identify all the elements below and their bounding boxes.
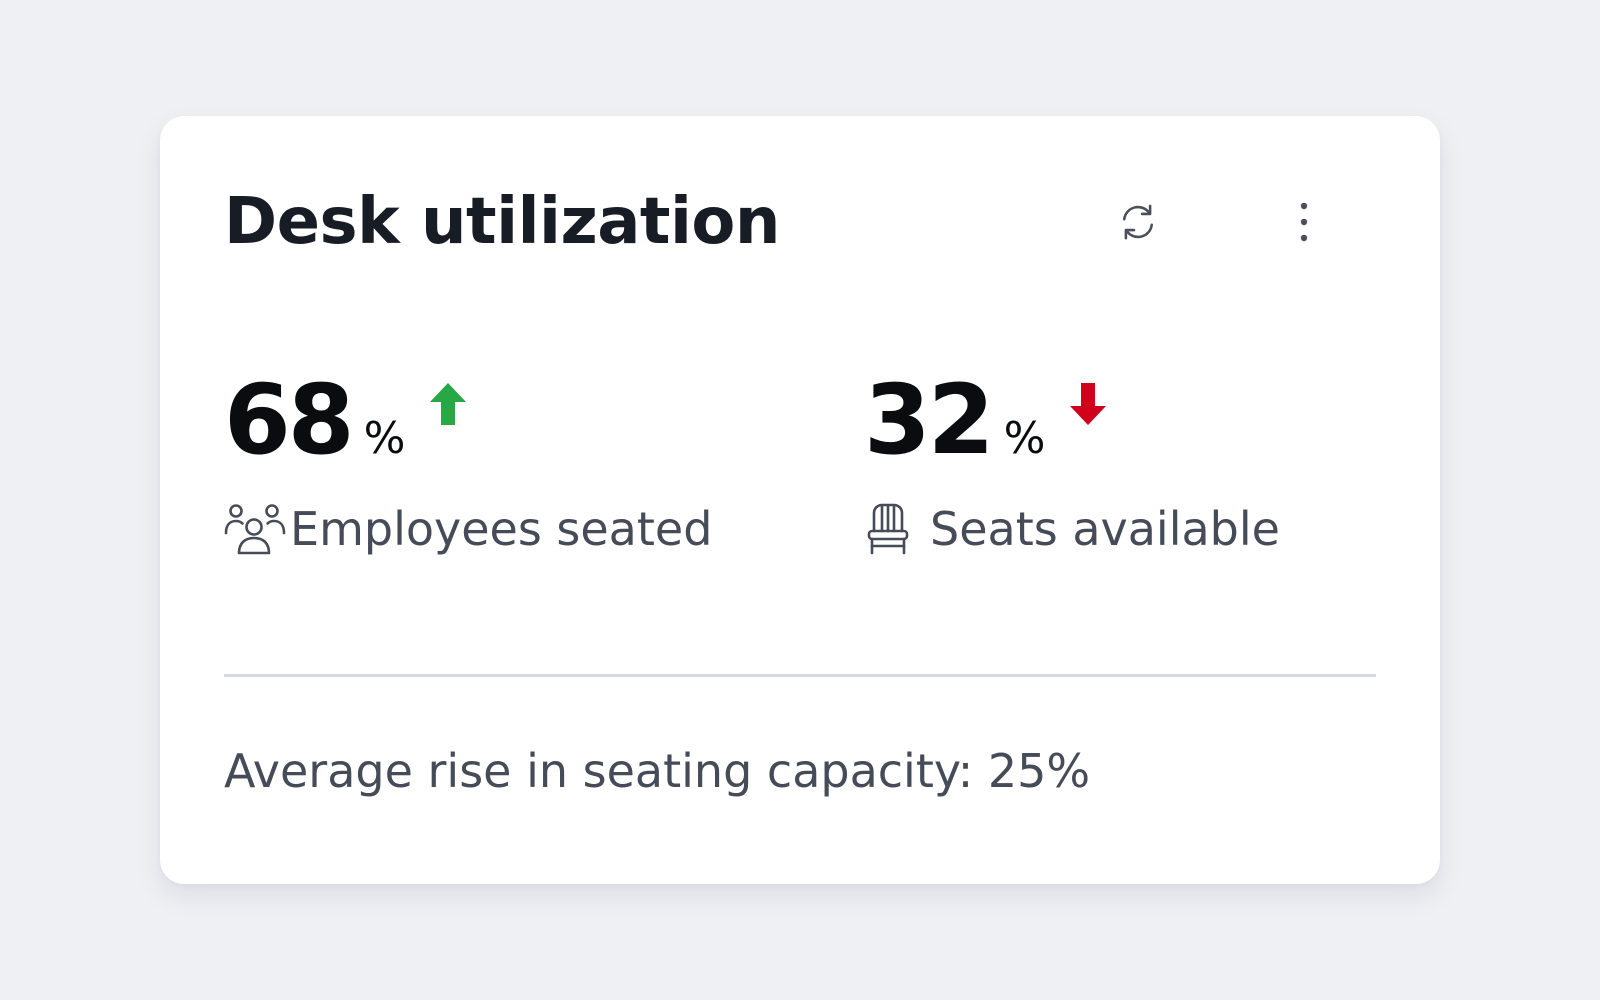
metric-unit: %: [1003, 413, 1046, 464]
desk-utilization-card: Desk utilization 68 % Employees seated 3…: [160, 116, 1440, 884]
more-options-button[interactable]: [1276, 194, 1332, 250]
people-group-icon: [224, 502, 288, 556]
metric-value: 32: [864, 364, 995, 476]
metric-label: Employees seated: [290, 502, 713, 556]
more-vertical-icon: [1300, 202, 1308, 242]
metric-seats-available: 32 % Seats available: [864, 372, 1280, 556]
refresh-button[interactable]: [1110, 194, 1166, 250]
refresh-icon: [1122, 204, 1154, 240]
metric-value: 68: [224, 364, 355, 476]
metric-unit: %: [363, 413, 406, 464]
footer-summary: Average rise in seating capacity: 25%: [224, 744, 1091, 798]
metric-value-row: 68 %: [224, 372, 712, 472]
metric-employees-seated: 68 % Employees seated: [224, 372, 712, 556]
metric-label-row: Seats available: [864, 502, 1280, 556]
metric-value-row: 32 %: [864, 372, 1280, 472]
divider: [224, 674, 1376, 677]
chair-icon: [864, 502, 928, 556]
metric-label: Seats available: [930, 502, 1280, 556]
card-title: Desk utilization: [224, 185, 780, 259]
metric-label-row: Employees seated: [224, 502, 712, 556]
arrow-down-icon: [1069, 382, 1107, 430]
arrow-up-icon: [429, 382, 467, 430]
